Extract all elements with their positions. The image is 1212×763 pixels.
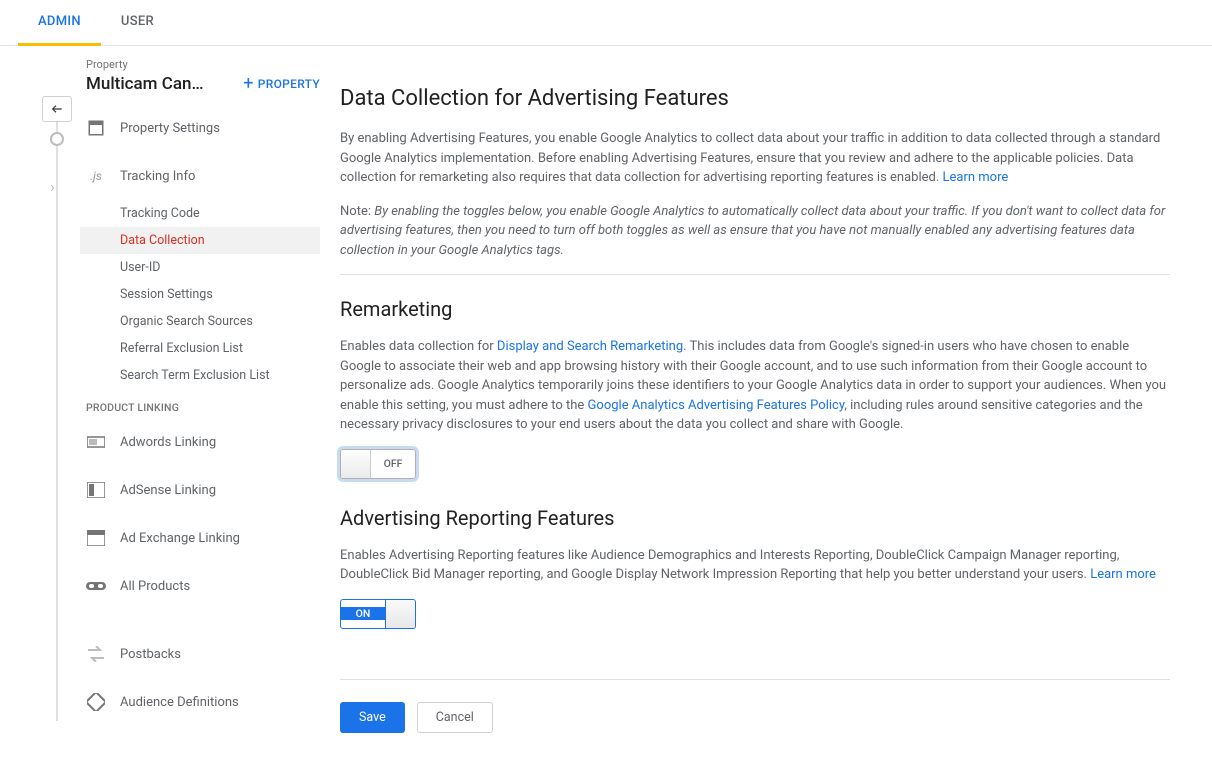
product-linking-label: PRODUCT LINKING [80, 389, 320, 418]
sidebar-item-adexchange[interactable]: Ad Exchange Linking [80, 514, 320, 562]
adwords-icon [86, 432, 106, 452]
learn-more-link-2[interactable]: Learn more [1090, 567, 1156, 582]
note-paragraph: Note: By enabling the toggles below, you… [340, 202, 1170, 261]
toggle-on-label: ON [341, 607, 385, 620]
toggle-off-label: OFF [371, 457, 415, 470]
main-content: Data Collection for Advertising Features… [320, 46, 1190, 763]
sidebar-item-adwords[interactable]: Adwords Linking [80, 418, 320, 466]
vertical-line [56, 121, 58, 721]
timeline-dot [50, 132, 64, 146]
plus-icon: + [243, 73, 254, 94]
expand-arrow-icon[interactable]: › [50, 177, 55, 196]
settings-box-icon [86, 118, 106, 138]
postbacks-icon [86, 644, 106, 664]
property-label: Property [80, 58, 320, 71]
advertising-policy-link[interactable]: Google Analytics Advertising Features Po… [588, 398, 845, 413]
sidebar-item-organic-sources[interactable]: Organic Search Sources [80, 308, 320, 335]
adexchange-icon [86, 528, 106, 548]
remarketing-toggle[interactable]: OFF [340, 449, 416, 479]
toggle-knob [385, 600, 415, 628]
sidebar-item-all-products[interactable]: All Products [80, 562, 320, 610]
tab-user[interactable]: USER [101, 0, 174, 45]
divider [340, 274, 1170, 275]
sidebar-item-user-id[interactable]: User-ID [80, 254, 320, 281]
save-button[interactable]: Save [340, 702, 405, 733]
sidebar-item-adsense[interactable]: AdSense Linking [80, 466, 320, 514]
remarketing-heading: Remarketing [340, 297, 1170, 321]
js-icon: .js [86, 166, 106, 186]
create-property-label: PROPERTY [258, 77, 320, 91]
toggle-knob [341, 450, 371, 478]
link-icon [86, 576, 106, 596]
sidebar-item-session-settings[interactable]: Session Settings [80, 281, 320, 308]
property-name[interactable]: Multicam Can… [86, 74, 203, 94]
sidebar-item-referral-exclusion[interactable]: Referral Exclusion List [80, 335, 320, 362]
divider-2 [340, 679, 1170, 680]
sidebar-item-data-collection[interactable]: Data Collection [80, 227, 320, 254]
audience-icon [86, 692, 106, 712]
advertising-reporting-heading: Advertising Reporting Features [340, 506, 1170, 530]
sidebar-item-postbacks[interactable]: Postbacks [80, 630, 320, 678]
back-button[interactable] [42, 96, 72, 122]
display-search-link[interactable]: Display and Search Remarketing [497, 339, 683, 354]
page-title: Data Collection for Advertising Features [340, 86, 1170, 111]
sidebar-item-tracking-code[interactable]: Tracking Code [80, 200, 320, 227]
top-tabs: ADMIN USER [0, 0, 1212, 46]
tab-admin[interactable]: ADMIN [18, 0, 101, 46]
cancel-button[interactable]: Cancel [417, 702, 493, 733]
sidebar-item-property-settings[interactable]: Property Settings [80, 104, 320, 152]
sidebar-item-tracking-info[interactable]: .js Tracking Info [80, 152, 320, 200]
advertising-reporting-paragraph: Enables Advertising Reporting features l… [340, 546, 1170, 585]
adsense-icon [86, 480, 106, 500]
intro-paragraph: By enabling Advertising Features, you en… [340, 129, 1170, 188]
left-rail: › [0, 46, 80, 763]
sidebar: Property Multicam Can… + PROPERTY Proper… [80, 46, 320, 763]
sidebar-item-audience-definitions[interactable]: Audience Definitions [80, 678, 320, 726]
create-property-button[interactable]: + PROPERTY [243, 73, 320, 94]
advertising-reporting-toggle[interactable]: ON [340, 599, 416, 629]
back-arrow-icon [49, 102, 65, 116]
sidebar-item-search-term-exclusion[interactable]: Search Term Exclusion List [80, 362, 320, 389]
learn-more-link[interactable]: Learn more [943, 170, 1009, 185]
remarketing-paragraph: Enables data collection for Display and … [340, 337, 1170, 435]
